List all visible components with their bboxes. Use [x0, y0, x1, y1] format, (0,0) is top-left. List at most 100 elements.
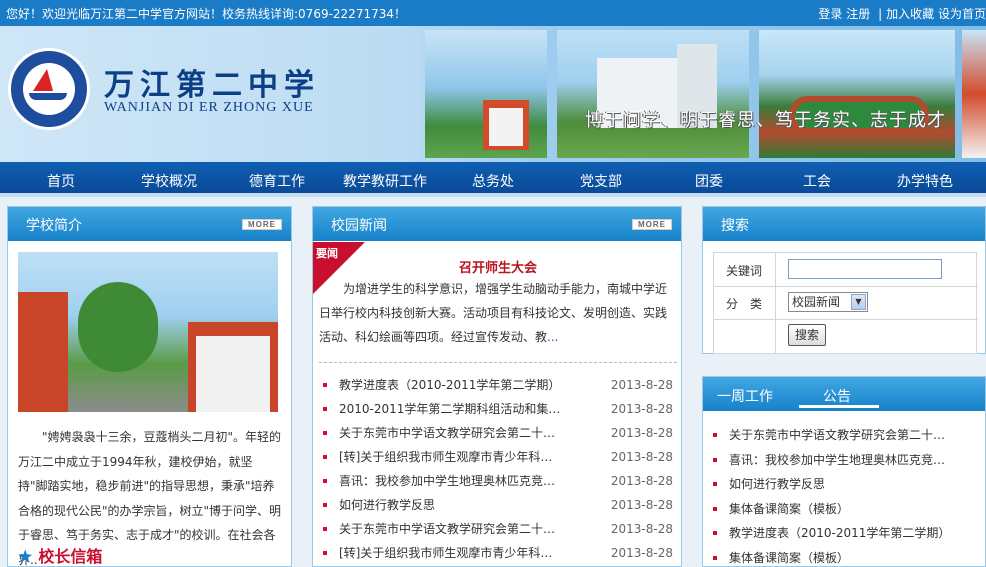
welcome-text: 您好！欢迎光临万江第二中学官方网站！校务热线详询:0769-22271734！ [6, 7, 406, 21]
school-pinyin: WANJIAN DI ER ZHONG XUE [104, 100, 314, 115]
notice-title[interactable]: 关于东莞市中学语文教学研究会第二十… [729, 423, 969, 448]
news-title[interactable]: 如何进行教学反思 [339, 493, 569, 517]
keyword-label: 关键词 [726, 264, 763, 278]
more-button[interactable]: MORE [632, 219, 672, 230]
panel-title: 学校简介 [26, 218, 82, 234]
more-button[interactable]: MORE [242, 219, 282, 230]
keyword-input[interactable] [788, 259, 942, 279]
news-title[interactable]: 喜讯：我校参加中学生地理奥林匹克竞… [339, 469, 569, 493]
list-item: [转]关于组织我市师生观摩市青少年科… 2013-8-28 [323, 541, 673, 565]
list-item: 喜讯：我校参加中学生地理奥林匹克竞… [713, 448, 977, 473]
news-list: 教学进度表（2010-2011学年第二学期） 2013-8-28 2010-201… [323, 373, 673, 565]
notice-title[interactable]: 集体备课简案（模板） [729, 497, 969, 522]
news-date: 2013-8-28 [610, 522, 673, 536]
nav-item-union[interactable]: 工会 [803, 171, 831, 191]
login-link[interactable]: 登录 [818, 7, 842, 21]
headline-ribbon-label: 要闻 [316, 247, 338, 260]
nav-item-features[interactable]: 办学特色 [897, 171, 953, 191]
list-item: 集体备课简案（模板） [713, 546, 977, 567]
nav-item-party-branch[interactable]: 党支部 [580, 171, 622, 191]
news-title[interactable]: 2010-2011学年第二学期科组活动和集… [339, 397, 569, 421]
notice-title[interactable]: 集体备课简案（模板） [729, 546, 969, 567]
news-title[interactable]: 关于东莞市中学语文教学研究会第二十… [339, 517, 569, 541]
active-tab-indicator [799, 405, 879, 408]
banner-photo-building [425, 30, 547, 158]
notice-title[interactable]: 如何进行教学反思 [729, 472, 969, 497]
list-item: 关于东莞市中学语文教学研究会第二十… [713, 423, 977, 448]
category-select[interactable]: 校园新闻 ▼ [788, 292, 868, 312]
list-item: 如何进行教学反思 2013-8-28 [323, 493, 673, 517]
news-date: 2013-8-28 [610, 450, 673, 464]
news-date: 2013-8-28 [610, 498, 673, 512]
list-item: 教学进度表（2010-2011学年第二学期） [713, 521, 977, 546]
search-form: 关键词 分 类 校园新闻 ▼ 搜索 [713, 252, 978, 354]
news-title[interactable]: [转]关于组织我市师生观摩市青少年科… [339, 445, 569, 469]
header-banner: 万江第二中学 WANJIAN DI ER ZHONG XUE 博于问学、明于睿思… [0, 26, 986, 162]
list-item: 如何进行教学反思 [713, 472, 977, 497]
chevron-down-icon: ▼ [851, 294, 866, 310]
boat-icon [29, 93, 67, 100]
category-label: 分 类 [726, 297, 763, 311]
main-nav: 首页 学校概况 德育工作 教学教研工作 总务处 党支部 团委 工会 办学特色 [0, 162, 986, 197]
school-intro-panel: 学校简介 MORE "娉娉袅袅十三余，豆蔻梢头二月初"。年轻的万江二中成立于19… [7, 206, 292, 567]
nav-item-home[interactable]: 首页 [47, 171, 75, 191]
panel-title: 校园新闻 [331, 218, 387, 234]
news-title[interactable]: 关于东莞市中学语文教学研究会第二十… [339, 421, 569, 445]
notice-title[interactable]: 教学进度表（2010-2011学年第二学期） [729, 521, 969, 546]
headline-lead-text: 为增进学生的科学意识，增强学生动脑动手能力，南城中学近日举行校内科技创新大赛。活… [319, 282, 668, 344]
category-selected: 校园新闻 [792, 295, 841, 309]
category-row: 分 类 校园新闻 ▼ [714, 287, 978, 320]
link-separator: | [878, 7, 883, 21]
news-title[interactable]: [转]关于组织我市师生观摩市青少年科… [339, 541, 569, 565]
principal-mailbox-label: 校长信箱 [38, 547, 103, 566]
list-item: 喜讯：我校参加中学生地理奥林匹克竞… 2013-8-28 [323, 469, 673, 493]
tab-notice[interactable]: 公告 [823, 386, 851, 406]
list-item: 关于东莞市中学语文教学研究会第二十… 2013-8-28 [323, 517, 673, 541]
star-icon: ★ [18, 547, 33, 566]
list-item: 教学进度表（2010-2011学年第二学期） 2013-8-28 [323, 373, 673, 397]
news-date: 2013-8-28 [610, 402, 673, 416]
news-date: 2013-8-28 [610, 474, 673, 488]
headline-lead: 为增进学生的科学意识，增强学生动脑动手能力，南城中学近日举行校内科技创新大赛。活… [319, 277, 671, 349]
panel-header: 校园新闻 MORE [313, 207, 681, 241]
set-homepage-link[interactable]: 设为首页 [938, 7, 986, 21]
principal-mailbox-link[interactable]: ★ 校长信箱 [18, 543, 102, 567]
news-date: 2013-8-28 [610, 546, 673, 560]
add-favorite-link[interactable]: 加入收藏 [886, 7, 934, 21]
list-item: 2010-2011学年第二学期科组活动和集… 2013-8-28 [323, 397, 673, 421]
register-link[interactable]: 注册 [846, 7, 870, 21]
list-item: 关于东莞市中学语文教学研究会第二十… 2013-8-28 [323, 421, 673, 445]
panel-header: 学校简介 MORE [8, 207, 291, 241]
search-button[interactable]: 搜索 [788, 324, 826, 346]
panel-title: 搜索 [721, 218, 749, 234]
news-date: 2013-8-28 [610, 378, 673, 392]
news-date: 2013-8-28 [610, 426, 673, 440]
list-item: 集体备课简案（模板） [713, 497, 977, 522]
nav-item-moral-education[interactable]: 德育工作 [249, 171, 305, 191]
panel-header: 搜索 [703, 207, 985, 241]
nav-item-overview[interactable]: 学校概况 [141, 171, 197, 191]
nav-item-teaching-research[interactable]: 教学教研工作 [343, 171, 427, 191]
banner-photo-sports-field [759, 30, 955, 158]
school-name: 万江第二中学 [104, 68, 320, 103]
divider [319, 362, 677, 363]
top-bar: 您好！欢迎光临万江第二中学官方网站！校务热线详询:0769-22271734！ … [0, 0, 986, 26]
tab-weekly-work[interactable]: 一周工作 [717, 386, 773, 406]
button-row: 搜索 [714, 320, 978, 354]
keyword-row: 关键词 [714, 253, 978, 287]
school-logo[interactable] [8, 48, 90, 130]
notice-title[interactable]: 喜讯：我校参加中学生地理奥林匹克竞… [729, 448, 969, 473]
news-title[interactable]: 教学进度表（2010-2011学年第二学期） [339, 373, 569, 397]
nav-item-youth-league[interactable]: 团委 [695, 171, 723, 191]
panel-header: 一周工作 公告 [703, 377, 985, 411]
top-links: 登录 注册 | 加入收藏 设为首页 [818, 5, 986, 22]
sail-icon [33, 69, 53, 91]
school-intro-photo [18, 252, 278, 412]
notice-list: 关于东莞市中学语文教学研究会第二十… 喜讯：我校参加中学生地理奥林匹克竞… 如何… [713, 423, 977, 567]
notice-panel: 一周工作 公告 关于东莞市中学语文教学研究会第二十… 喜讯：我校参加中学生地理奥… [702, 376, 986, 567]
banner-photo-campus [557, 30, 749, 158]
headline-title[interactable]: 召开师生大会 [373, 257, 623, 276]
read-more-link[interactable]: ... [547, 330, 558, 344]
nav-item-general-affairs[interactable]: 总务处 [472, 171, 514, 191]
campus-news-panel: 校园新闻 MORE 要闻 召开师生大会 为增进学生的科学意识，增强学生动脑动手能… [312, 206, 682, 567]
